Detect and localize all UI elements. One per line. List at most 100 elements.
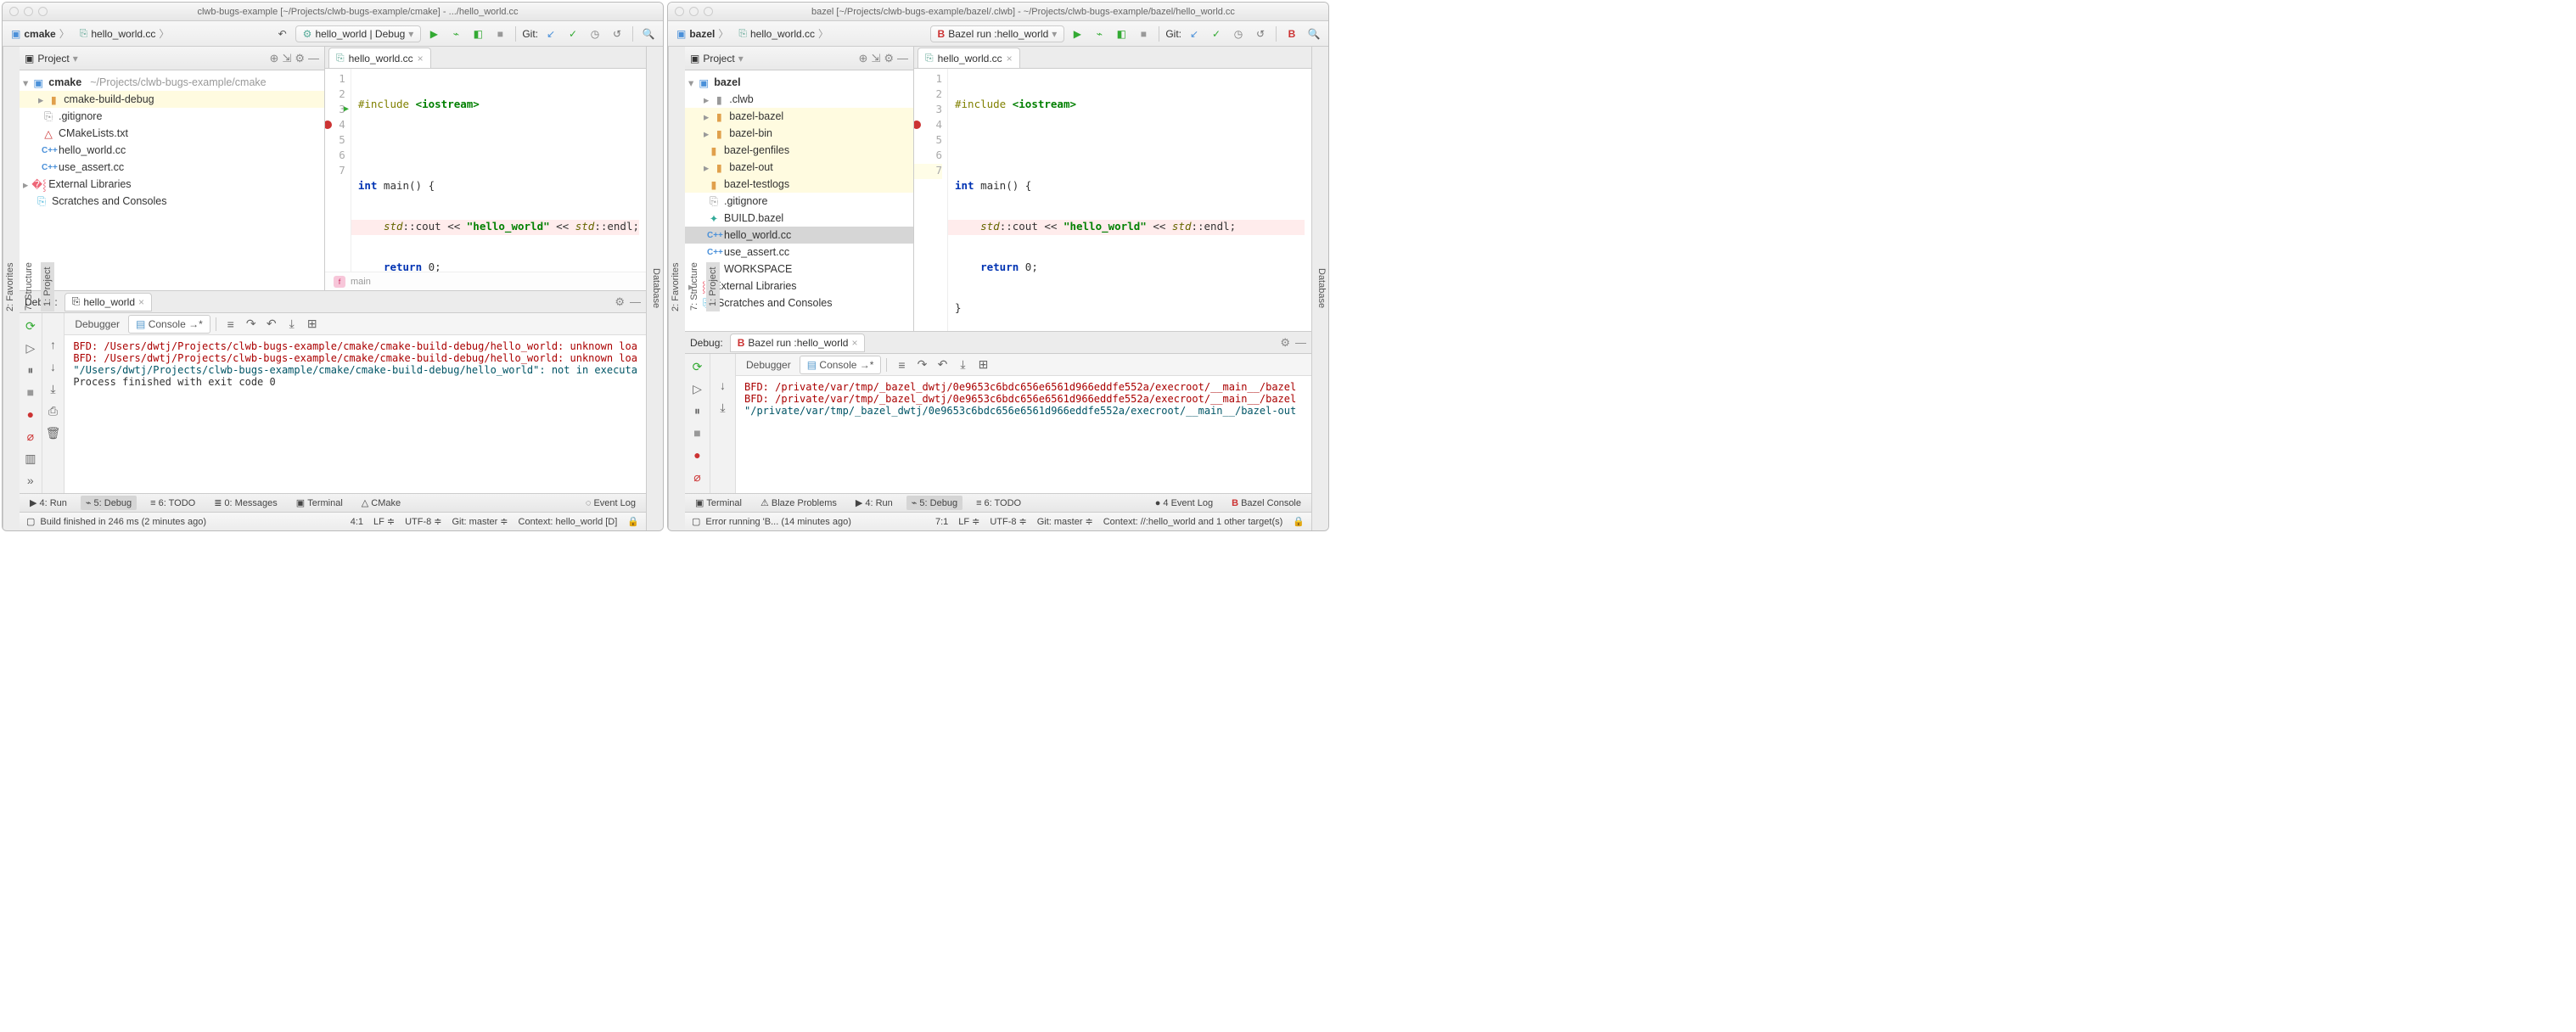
scratches[interactable]: ⎘ Scratches and Consoles [20,193,324,210]
search-button[interactable]: 🔍 [1305,25,1323,43]
gear-icon[interactable]: ⚙ [615,295,625,309]
git-branch[interactable]: Git: master ≑ [452,516,508,527]
tree-item[interactable]: C++use_assert.cc [685,244,913,261]
hide-icon[interactable]: — [308,52,319,65]
tree-item[interactable]: ▸▮cmake-build-debug [20,91,324,108]
terminal-tab[interactable]: ▣ Terminal [291,496,348,510]
close-icon[interactable]: × [851,337,857,349]
encoding[interactable]: UTF-8 ≑ [405,516,441,527]
zoom-dot[interactable] [704,7,713,16]
resume-icon[interactable]: ▷ [21,339,40,357]
tree-item[interactable]: △CMakeLists.txt [20,125,324,142]
tree-item[interactable]: ⎘.gitignore [20,108,324,125]
debug-run-tab[interactable]: ⎘ hello_world × [65,293,152,311]
close-dot[interactable] [9,7,19,16]
run-tab[interactable]: ▶ 4: Run [850,496,898,510]
print-icon[interactable]: ⎙ [43,401,62,420]
cmake-tab[interactable]: △ CMake [356,496,406,510]
close-icon[interactable]: × [1007,53,1013,64]
stop-button[interactable]: ■ [1134,25,1153,43]
search-button[interactable]: 🔍 [639,25,658,43]
run-to-cursor-icon[interactable]: ⤓ [953,356,972,374]
run-config-selector[interactable]: B Bazel run :hello_world ▾ [930,25,1065,42]
gear-icon[interactable]: ⚙ [1280,336,1290,350]
terminal-tab[interactable]: ▣ Terminal [690,496,747,510]
close-icon[interactable]: × [138,296,144,308]
export-icon[interactable]: ⤓ [714,398,732,417]
pause-icon[interactable]: ⏸ [688,401,707,420]
git-update-button[interactable]: ↙ [1185,25,1204,43]
pause-icon[interactable]: ⏸ [21,361,40,379]
tree-root[interactable]: ▾ ▣ bazel [685,74,913,91]
bazel-button[interactable]: B [1282,25,1301,43]
git-history-button[interactable]: ◷ [586,25,604,43]
tree-item[interactable]: ✦BUILD.bazel [685,210,913,227]
tree-item[interactable]: ▮bazel-genfiles [685,142,913,159]
stop-button[interactable]: ■ [491,25,509,43]
step-over-icon[interactable]: ≡ [222,315,240,334]
tree-item[interactable]: C++hello_world.cc [685,227,913,244]
debugger-tab[interactable]: Debugger [68,316,126,333]
blaze-problems-tab[interactable]: ⚠ Blaze Problems [755,496,842,510]
tree-root[interactable]: ▾ ▣ cmake ~/Projects/clwb-bugs-example/c… [20,74,324,91]
stop-icon[interactable]: ■ [21,383,40,401]
context[interactable]: Context: //:hello_world and 1 other targ… [1103,517,1283,527]
lock-icon[interactable]: 🔒 [627,516,639,527]
run-button[interactable]: ▶ [1068,25,1086,43]
hide-icon[interactable]: — [1295,336,1306,350]
bazel-console-tab[interactable]: B Bazel Console [1226,496,1306,510]
mute-bp-icon[interactable]: ⌀ [21,427,40,446]
git-commit-button[interactable]: ✓ [1207,25,1226,43]
collapse-icon[interactable]: ⇲ [282,52,291,65]
rail-structure[interactable]: 7: Structure [22,258,36,317]
right-tool-rail[interactable]: Database [1311,47,1328,530]
git-history-button[interactable]: ◷ [1229,25,1248,43]
project-tree[interactable]: ▾ ▣ cmake ~/Projects/clwb-bugs-example/c… [20,70,324,290]
git-commit-button[interactable]: ✓ [564,25,582,43]
run-gutter-icon[interactable]: ▶ [344,104,349,114]
editor-gutter[interactable]: 1 2 3▶ 4 5 6 7 [325,69,351,272]
messages-tab[interactable]: ≣ 0: Messages [209,496,283,510]
project-header[interactable]: ▣ Project ▾ [690,53,744,64]
zoom-dot[interactable] [38,7,48,16]
code-area[interactable]: #include <iostream> int main() { std::co… [948,69,1311,331]
step-out-icon[interactable]: ↶ [933,356,951,374]
console-output[interactable]: BFD: /private/var/tmp/_bazel_dwtj/0e9653… [736,376,1311,493]
status-icon[interactable]: ▢ [26,516,35,527]
layout-icon[interactable]: ▥ [21,449,40,468]
hide-icon[interactable]: — [897,52,908,65]
gear-icon[interactable]: ⚙ [295,52,305,65]
context[interactable]: Context: hello_world [D] [519,517,618,527]
line-ending[interactable]: LF ≑ [958,516,979,527]
minimize-dot[interactable] [689,7,699,16]
code-area[interactable]: #include <iostream> int main() { std::co… [351,69,646,272]
run-to-cursor-icon[interactable]: ⤓ [283,315,301,334]
rerun-icon[interactable]: ⟳ [688,357,707,376]
tree-item[interactable]: ▸▮bazel-bazel [685,108,913,125]
step-over-icon[interactable]: ≡ [892,356,911,374]
debug-button[interactable]: ⌁ [446,25,465,43]
breakpoints-icon[interactable]: ● [21,405,40,423]
run-button[interactable]: ▶ [424,25,443,43]
tree-item[interactable]: C++hello_world.cc [20,142,324,159]
status-icon[interactable]: ▢ [692,516,700,527]
minimize-dot[interactable] [24,7,33,16]
console-tab[interactable]: ▤ Console →* [128,315,210,334]
debug-tab[interactable]: ⌁ 5: Debug [81,496,137,510]
breadcrumb-file[interactable]: ⎘ hello_world.cc 〉 [76,25,173,42]
hide-icon[interactable]: — [630,295,641,309]
locate-icon[interactable]: ⊕ [859,52,868,65]
tree-item[interactable]: C++use_assert.cc [20,159,324,176]
trash-icon[interactable]: 🗑 [43,423,62,442]
line-ending[interactable]: LF ≑ [373,516,395,527]
down-icon[interactable]: ↓ [714,376,732,395]
console-tab[interactable]: ▤ Console →* [800,356,882,374]
encoding[interactable]: UTF-8 ≑ [990,516,1026,527]
rerun-icon[interactable]: ⟳ [21,317,40,335]
rail-favorites[interactable]: 2: Favorites [3,257,17,316]
todo-tab[interactable]: ≡ 6: TODO [971,496,1026,510]
mute-bp-icon[interactable]: ⌀ [688,468,707,486]
tree-item[interactable]: ▸▮bazel-out [685,159,913,176]
current-symbol[interactable]: main [351,277,371,287]
step-out-icon[interactable]: ↶ [262,315,281,334]
